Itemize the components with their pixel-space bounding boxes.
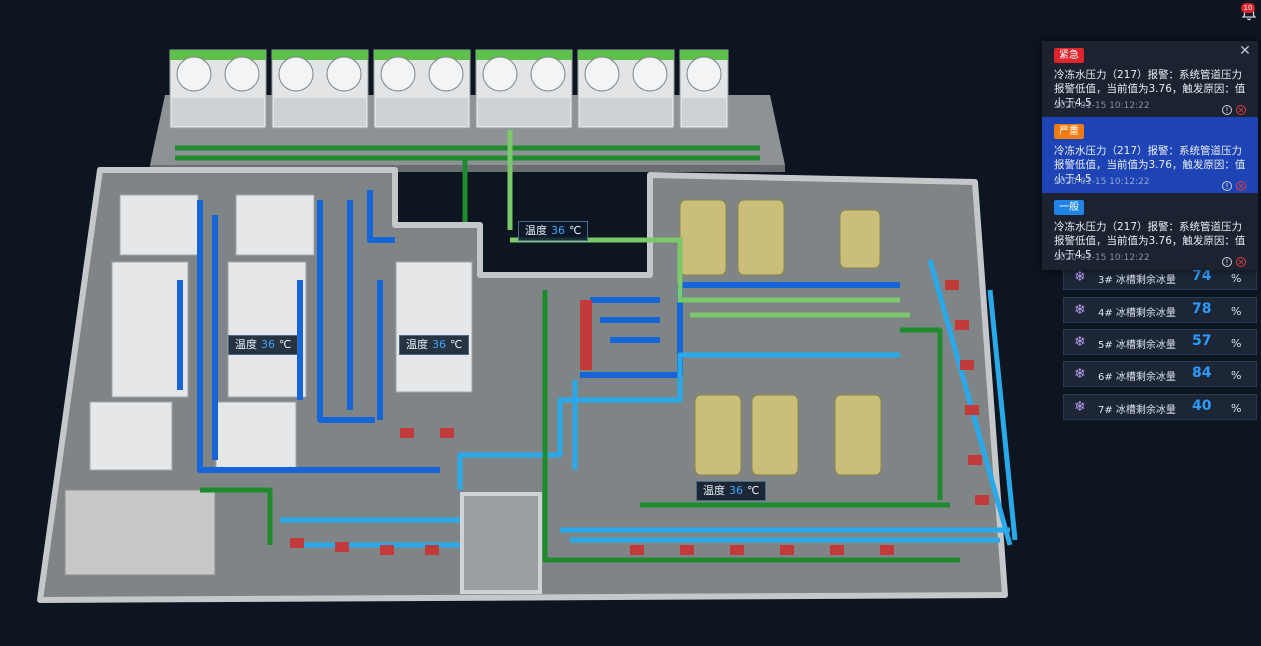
temperature-tag: 温度 36 ℃ (399, 335, 470, 355)
snowflake-icon: ❄ (1074, 334, 1086, 350)
heat-exchanger-unit (64, 489, 216, 576)
temperature-value: 36 (261, 338, 275, 351)
ice-tank-label: 7# 冰槽剩余冰量 (1098, 405, 1176, 416)
ice-tank-label: 3# 冰槽剩余冰量 (1098, 275, 1176, 286)
dismiss-icon[interactable]: ✕ (1236, 257, 1246, 267)
snowflake-icon: ❄ (1074, 366, 1086, 382)
cooling-tower (475, 49, 573, 129)
info-icon[interactable]: ! (1222, 257, 1232, 267)
ice-tank-row: ❄ 7# 冰槽剩余冰量 40 % (1063, 394, 1257, 420)
temperature-label: 温度 (525, 224, 547, 237)
ice-tank-unit: % (1231, 272, 1242, 285)
temperature-unit: ℃ (450, 338, 463, 351)
ice-tank-value: 74 (1192, 268, 1212, 284)
temperature-label: 温度 (235, 338, 257, 351)
ice-tank-row: ❄ 5# 冰槽剩余冰量 57 % (1063, 329, 1257, 355)
cooling-tower (373, 49, 471, 129)
ice-tank-value: 40 (1192, 398, 1212, 414)
dismiss-icon[interactable]: ✕ (1236, 181, 1246, 191)
alert-time: 2020-01-15 10:12:22 (1054, 101, 1150, 111)
alert-actions: ! ✕ (1218, 250, 1246, 267)
cooling-tower (271, 49, 369, 129)
alert-item[interactable]: 一般 冷冻水压力（217）报警：系统管道压力报警低值，当前值为3.76，触发原因… (1042, 193, 1258, 269)
dismiss-icon[interactable]: ✕ (1236, 105, 1246, 115)
alert-time: 2020-01-15 10:12:22 (1054, 253, 1150, 263)
cooling-tower (679, 49, 729, 129)
alert-actions: ! ✕ (1218, 174, 1246, 191)
snowflake-icon: ❄ (1074, 399, 1086, 415)
snowflake-icon: ❄ (1074, 302, 1086, 318)
temperature-unit: ℃ (569, 224, 582, 237)
ice-tank-label: 6# 冰槽剩余冰量 (1098, 372, 1176, 383)
ice-tank-row: ❄ 4# 冰槽剩余冰量 78 % (1063, 297, 1257, 323)
temperature-unit: ℃ (747, 484, 760, 497)
snowflake-icon: ❄ (1074, 269, 1086, 285)
ice-tank-unit: % (1231, 337, 1242, 350)
ice-tank-value: 84 (1192, 365, 1212, 381)
alert-time: 2020-01-15 10:12:22 (1054, 177, 1150, 187)
info-icon[interactable]: ! (1222, 181, 1232, 191)
alert-level-badge: 一般 (1054, 200, 1084, 215)
ice-tank-label: 4# 冰槽剩余冰量 (1098, 308, 1176, 319)
ice-tank-unit: % (1231, 369, 1242, 382)
ice-tank-unit: % (1231, 305, 1242, 318)
temperature-label: 温度 (703, 484, 725, 497)
ice-tank-row: ❄ 6# 冰槽剩余冰量 84 % (1063, 361, 1257, 387)
temperature-value: 36 (729, 484, 743, 497)
cooling-towers (169, 49, 729, 129)
temperature-value: 36 (551, 224, 565, 237)
pump-room (460, 492, 542, 594)
alert-level-badge: 严重 (1054, 124, 1084, 139)
alert-level-badge: 紧急 (1054, 48, 1084, 63)
ice-tank-unit: % (1231, 402, 1242, 415)
temperature-tag: 温度 36 ℃ (696, 481, 767, 501)
alert-actions: ! ✕ (1218, 98, 1246, 115)
temperature-tag: 温度 36 ℃ (518, 221, 589, 241)
alert-item[interactable]: 紧急 冷冻水压力（217）报警：系统管道压力报警低值，当前值为3.76，触发原因… (1042, 41, 1258, 117)
notification-badge: 10 (1241, 3, 1255, 13)
cooling-tower (577, 49, 675, 129)
temperature-value: 36 (432, 338, 446, 351)
temperature-tag: 温度 36 ℃ (228, 335, 299, 355)
ice-tank-value: 57 (1192, 333, 1212, 349)
alert-item[interactable]: 严重 冷冻水压力（217）报警：系统管道压力报警低值，当前值为3.76，触发原因… (1042, 117, 1258, 193)
temperature-label: 温度 (406, 338, 428, 351)
info-icon[interactable]: ! (1222, 105, 1232, 115)
alert-panel: ✕ 紧急 冷冻水压力（217）报警：系统管道压力报警低值，当前值为3.76，触发… (1042, 41, 1258, 270)
temperature-unit: ℃ (279, 338, 292, 351)
cooling-tower (169, 49, 267, 129)
ice-tank-label: 5# 冰槽剩余冰量 (1098, 340, 1176, 351)
ice-tank-value: 78 (1192, 301, 1212, 317)
